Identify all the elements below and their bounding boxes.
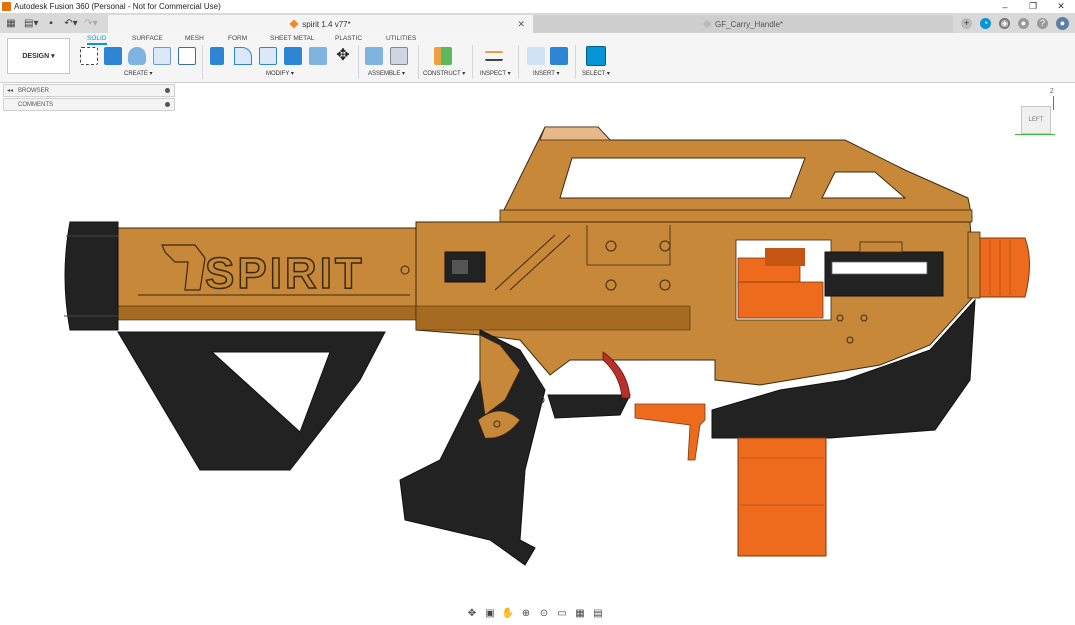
minimize-button[interactable]: –	[991, 0, 1019, 13]
combine-icon[interactable]	[309, 47, 327, 65]
create-group-label[interactable]: CREATE ▾	[124, 70, 153, 77]
header-right-icons: + ◔ ◉ ● ? ●	[961, 13, 1069, 33]
inspect-group-label[interactable]: INSPECT ▾	[480, 70, 511, 77]
fit-icon[interactable]: ⊙	[538, 608, 550, 620]
press-pull-icon[interactable]	[210, 47, 224, 65]
pistol-grip[interactable]	[399, 329, 546, 566]
insert-group-label[interactable]: INSERT ▾	[533, 70, 559, 77]
user-avatar-icon[interactable]: ●	[1056, 16, 1069, 30]
joint-icon[interactable]	[390, 47, 408, 65]
look-at-icon[interactable]: ▣	[484, 608, 496, 620]
shell-icon[interactable]	[284, 47, 302, 65]
document-tab-label: spirit 1.4 v77*	[302, 19, 351, 29]
tab-utilities[interactable]: UTILITIES	[386, 35, 416, 42]
quick-access-toolbar: ▦ ▤▾ ▪ ↶▾ ↷▾	[0, 13, 98, 33]
stock-frame[interactable]	[117, 331, 386, 471]
grid-menu-icon[interactable]: ▦	[4, 18, 18, 29]
separator	[472, 45, 473, 79]
extrude-icon[interactable]	[104, 47, 122, 65]
tab-mesh[interactable]: MESH	[185, 35, 204, 42]
modify-group-label[interactable]: MODIFY ▾	[266, 70, 294, 77]
ribbon-toolbar: DESIGN ▾ SOLID SURFACE MESH FORM SHEET M…	[0, 33, 1075, 83]
extensions-icon[interactable]: ◔	[980, 17, 991, 29]
viewports-icon[interactable]: ▤	[592, 608, 604, 620]
separator	[202, 45, 203, 79]
grid-settings-icon[interactable]: ▦	[574, 608, 586, 620]
orbit-icon[interactable]: ✥	[466, 608, 478, 620]
tab-sheet-metal[interactable]: SHEET METAL	[270, 35, 315, 42]
design-document-icon	[289, 19, 299, 29]
select-arrow-icon[interactable]	[586, 46, 606, 66]
muzzle-barrel[interactable]	[967, 231, 1030, 299]
3d-viewport[interactable]: SPIRIT	[0, 84, 1075, 599]
spirit-engraving: SPIRIT	[205, 249, 365, 298]
select-group-label[interactable]: SELECT ▾	[582, 70, 610, 77]
document-tab-label: GF_Carry_Handle*	[714, 19, 784, 29]
redo-icon[interactable]: ↷▾	[84, 18, 98, 29]
navigation-bar: ✥ ▣ ✋ ⊕ ⊙ ▭ ▦ ▤	[466, 606, 610, 621]
carry-handle[interactable]	[499, 126, 973, 223]
document-tab-spirit[interactable]: spirit 1.4 v77* ✕	[108, 15, 533, 33]
separator	[358, 45, 359, 79]
file-menu-icon[interactable]: ▤▾	[24, 18, 38, 29]
chamfer-icon[interactable]	[259, 47, 277, 65]
assemble-group-label[interactable]: ASSEMBLE ▾	[368, 70, 405, 77]
job-status-icon[interactable]: ◉	[999, 17, 1010, 29]
insert-canvas-icon[interactable]	[550, 47, 568, 65]
tab-solid[interactable]: SOLID	[87, 35, 107, 45]
display-settings-icon[interactable]: ▭	[556, 608, 568, 620]
notifications-icon[interactable]: ●	[1018, 17, 1029, 29]
move-copy-icon[interactable]: ✥	[334, 47, 352, 65]
tab-plastic[interactable]: PLASTIC	[335, 35, 362, 42]
help-icon[interactable]: ?	[1037, 17, 1048, 29]
pan-icon[interactable]: ✋	[502, 608, 514, 620]
hole-icon[interactable]	[153, 47, 171, 65]
design-document-icon	[702, 19, 712, 29]
document-tab-bar: ▦ ▤▾ ▪ ↶▾ ↷▾ spirit 1.4 v77* ✕ GF_Carry_…	[0, 13, 1075, 33]
buttstock-pad[interactable]	[64, 221, 119, 331]
document-tab-carry-handle[interactable]: GF_Carry_Handle*	[533, 15, 953, 33]
new-tab-icon[interactable]: +	[961, 17, 972, 29]
measure-icon[interactable]	[485, 51, 503, 61]
offset-plane-icon[interactable]	[434, 47, 452, 65]
fusion-logo-icon	[2, 2, 11, 11]
workspace-switcher-button[interactable]: DESIGN ▾	[7, 38, 70, 74]
title-bar: Autodesk Fusion 360 (Personal - Not for …	[0, 0, 1075, 13]
undo-icon[interactable]: ↶▾	[64, 18, 78, 29]
window-title: Autodesk Fusion 360 (Personal - Not for …	[14, 2, 221, 11]
insert-derive-icon[interactable]	[527, 47, 545, 65]
revolve-icon[interactable]	[128, 47, 146, 65]
new-component-icon[interactable]	[365, 47, 383, 65]
create-sketch-icon[interactable]	[80, 47, 98, 65]
save-icon[interactable]: ▪	[44, 18, 58, 29]
close-tab-icon[interactable]: ✕	[517, 19, 525, 30]
close-button[interactable]: ✕	[1047, 0, 1075, 13]
window-controls: – ❐ ✕	[991, 0, 1075, 13]
tab-surface[interactable]: SURFACE	[132, 35, 163, 42]
pattern-icon[interactable]	[178, 47, 196, 65]
tab-form[interactable]: FORM	[228, 35, 247, 42]
fillet-icon[interactable]	[234, 47, 252, 65]
separator	[575, 45, 576, 79]
zoom-icon[interactable]: ⊕	[520, 608, 532, 620]
construct-group-label[interactable]: CONSTRUCT ▾	[423, 70, 465, 77]
separator	[418, 45, 419, 79]
separator	[518, 45, 519, 79]
restore-button[interactable]: ❐	[1019, 0, 1047, 13]
